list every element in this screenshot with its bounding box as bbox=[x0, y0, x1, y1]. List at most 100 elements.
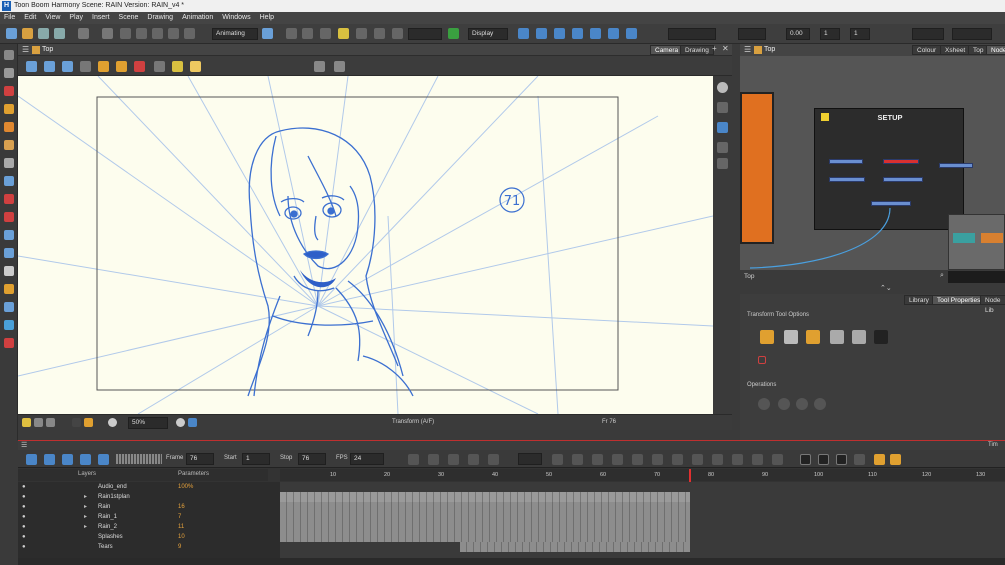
menu-edit[interactable]: Edit bbox=[24, 12, 36, 24]
panel-splitter[interactable]: ⌃⌄ bbox=[740, 284, 1005, 294]
rig-tool-icon[interactable] bbox=[4, 320, 14, 330]
flip-op-icon[interactable] bbox=[778, 398, 790, 410]
color-wheel-icon[interactable] bbox=[108, 418, 117, 427]
eraser-tool-icon[interactable] bbox=[4, 122, 14, 132]
onion-toggle-icon[interactable] bbox=[46, 418, 55, 427]
camera-tool-icon[interactable] bbox=[4, 338, 14, 348]
layer-row[interactable]: ● ▸ Rain_1 7 bbox=[18, 512, 268, 522]
tl-tool-d-icon[interactable] bbox=[612, 454, 623, 465]
camera-canvas[interactable]: 71 bbox=[18, 76, 713, 414]
scale-y-field[interactable]: 1 bbox=[850, 28, 870, 40]
timeline-menu-icon[interactable]: ☰ bbox=[21, 441, 27, 449]
display-select[interactable]: Display bbox=[468, 28, 508, 40]
node-panel-menu-icon[interactable]: ☰ bbox=[744, 45, 751, 54]
clipboard-icon[interactable] bbox=[168, 28, 179, 39]
ik-icon[interactable] bbox=[608, 28, 619, 39]
search-icon[interactable]: ⌕ bbox=[940, 272, 944, 280]
layer-row[interactable]: ● Audio_end 100% bbox=[18, 482, 268, 492]
animate-mode-icon[interactable] bbox=[262, 28, 273, 39]
frame-ruler[interactable]: 10 20 30 40 50 60 70 80 90 100 110 120 1… bbox=[280, 469, 1005, 481]
tl-tool-n-icon[interactable] bbox=[818, 454, 829, 465]
tl-tool-q-icon[interactable] bbox=[874, 454, 885, 465]
exposure-tracks[interactable] bbox=[280, 482, 1005, 558]
bounding-box-icon[interactable] bbox=[758, 356, 766, 364]
menu-insert[interactable]: Insert bbox=[92, 12, 110, 24]
track-rain[interactable] bbox=[280, 502, 690, 512]
copy-icon[interactable] bbox=[136, 28, 147, 39]
sound-icon[interactable] bbox=[80, 454, 91, 465]
lasso-icon[interactable] bbox=[760, 330, 774, 344]
visibility-icon[interactable]: ● bbox=[22, 542, 26, 552]
mode-select[interactable]: Animating bbox=[212, 28, 258, 40]
menu-windows[interactable]: Windows bbox=[222, 12, 250, 24]
x-field[interactable] bbox=[668, 28, 716, 40]
transform-tool-icon[interactable] bbox=[4, 284, 14, 294]
onion-skin-icon[interactable] bbox=[44, 61, 55, 72]
crosshair-icon[interactable] bbox=[334, 61, 345, 72]
align-op-icon[interactable] bbox=[814, 398, 826, 410]
tl-tool-c-icon[interactable] bbox=[592, 454, 603, 465]
open-scene-icon[interactable] bbox=[22, 28, 33, 39]
text-tool-icon[interactable] bbox=[4, 158, 14, 168]
skew-icon[interactable] bbox=[572, 28, 583, 39]
stroke-style-icon[interactable] bbox=[154, 61, 165, 72]
menu-play[interactable]: Play bbox=[69, 12, 83, 24]
track-rain-1[interactable] bbox=[280, 512, 690, 522]
visibility-icon[interactable]: ● bbox=[22, 512, 26, 522]
expand-arrow-icon[interactable]: ▸ bbox=[84, 502, 87, 512]
node-view[interactable]: SETUP Top ⌕ bbox=[740, 56, 1005, 284]
menu-drawing[interactable]: Drawing bbox=[147, 12, 173, 24]
save-as-icon[interactable] bbox=[54, 28, 65, 39]
pivot-icon[interactable] bbox=[874, 330, 888, 344]
visibility-icon[interactable]: ● bbox=[22, 482, 26, 492]
grid-icon[interactable] bbox=[26, 61, 37, 72]
bone-icon[interactable] bbox=[626, 28, 637, 39]
new-scene-icon[interactable] bbox=[6, 28, 17, 39]
paint-tool-icon[interactable] bbox=[4, 194, 14, 204]
visibility-icon[interactable]: ● bbox=[22, 522, 26, 532]
layer-row[interactable]: ● Splashes 10 bbox=[18, 532, 268, 542]
grid-toggle-icon[interactable] bbox=[34, 418, 43, 427]
timeline-scrollbar[interactable] bbox=[18, 558, 1005, 565]
tl-tool-o-icon[interactable] bbox=[836, 454, 847, 465]
fps-field[interactable]: 24 bbox=[350, 453, 384, 465]
preview-icon[interactable] bbox=[188, 418, 197, 427]
rotate-op-icon[interactable] bbox=[758, 398, 770, 410]
tool-d-icon[interactable] bbox=[338, 28, 349, 39]
loop-icon[interactable] bbox=[62, 454, 73, 465]
snap-icon[interactable] bbox=[314, 61, 325, 72]
transform-icon[interactable] bbox=[518, 28, 529, 39]
peg-mode-icon[interactable] bbox=[806, 330, 820, 344]
tool-f-icon[interactable] bbox=[374, 28, 385, 39]
camera-view-icon[interactable] bbox=[717, 82, 728, 93]
tab-library[interactable]: Library bbox=[904, 295, 934, 305]
tab-drawing[interactable]: Drawing bbox=[680, 45, 714, 55]
bone-mode-icon[interactable] bbox=[852, 330, 866, 344]
expand-arrow-icon[interactable]: ▸ bbox=[84, 492, 87, 502]
scale-icon[interactable] bbox=[554, 28, 565, 39]
expand-arrow-icon[interactable]: ▸ bbox=[84, 512, 87, 522]
tl-tool-j-icon[interactable] bbox=[732, 454, 743, 465]
color-swatch-icon[interactable] bbox=[172, 61, 183, 72]
pin-icon[interactable] bbox=[830, 330, 844, 344]
tl-tool-h-icon[interactable] bbox=[692, 454, 703, 465]
empty-select[interactable] bbox=[408, 28, 442, 40]
undo-icon[interactable] bbox=[78, 28, 89, 39]
play-icon[interactable] bbox=[26, 454, 37, 465]
tab-camera[interactable]: Camera bbox=[650, 45, 684, 55]
tl-tool-r-icon[interactable] bbox=[890, 454, 901, 465]
cutter-tool-icon[interactable] bbox=[4, 140, 14, 150]
lock-toggle-icon[interactable] bbox=[84, 418, 93, 427]
tl-tool-g-icon[interactable] bbox=[672, 454, 683, 465]
select-tool-icon[interactable] bbox=[4, 50, 14, 60]
cut-icon[interactable] bbox=[120, 28, 131, 39]
key-a-icon[interactable] bbox=[408, 454, 419, 465]
spline-icon[interactable] bbox=[590, 28, 601, 39]
minimap[interactable] bbox=[948, 214, 1005, 270]
hand-tool-icon[interactable] bbox=[4, 266, 14, 276]
track-rain1stplan[interactable] bbox=[280, 492, 690, 502]
scale-x-field[interactable]: 1 bbox=[820, 28, 840, 40]
key-e-icon[interactable] bbox=[488, 454, 499, 465]
select-mode-icon[interactable] bbox=[784, 330, 798, 344]
pencil-tool-icon[interactable] bbox=[4, 104, 14, 114]
